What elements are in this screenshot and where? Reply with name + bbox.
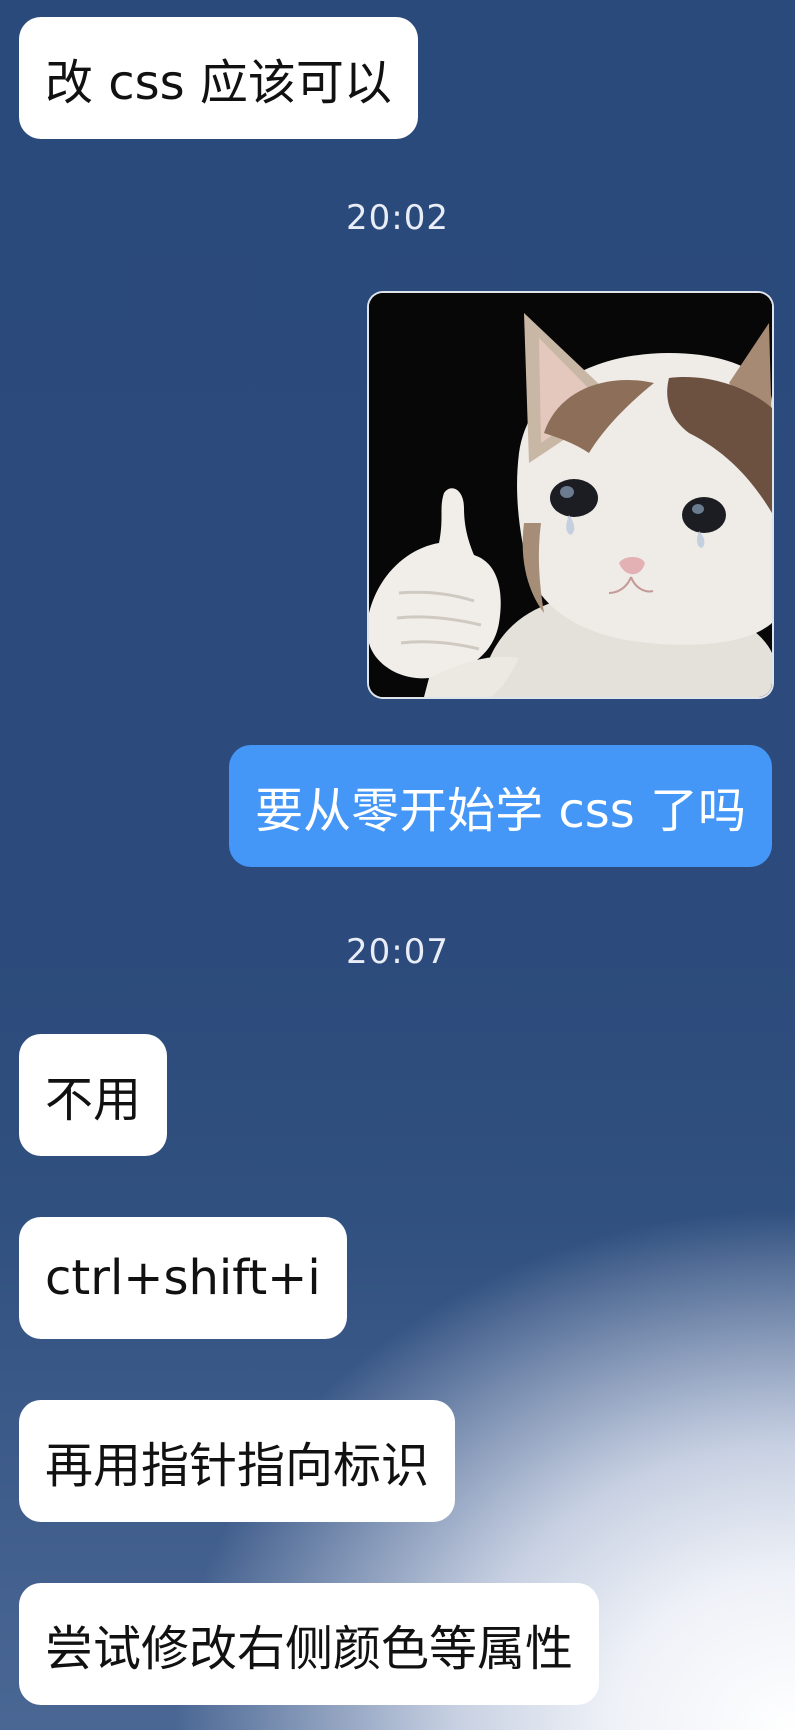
received-message-bubble[interactable]: 再用指针指向标识 bbox=[19, 1400, 456, 1522]
received-message-bubble[interactable]: 不用 bbox=[19, 1034, 168, 1156]
message-row-received: 改 css 应该可以 bbox=[19, 17, 418, 139]
received-message-bubble[interactable]: 尝试修改右侧颜色等属性 bbox=[19, 1583, 600, 1705]
message-timestamp: 20:02 bbox=[346, 198, 449, 238]
message-row-received: 再用指针指向标识 bbox=[19, 1400, 456, 1522]
message-row-received: 不用 bbox=[19, 1034, 168, 1156]
received-message-bubble[interactable]: ctrl+shift+i bbox=[19, 1217, 347, 1339]
message-row-received: ctrl+shift+i bbox=[19, 1217, 347, 1339]
sent-message-bubble[interactable]: 要从零开始学 css 了吗 bbox=[229, 745, 772, 867]
message-timestamp: 20:07 bbox=[346, 932, 449, 972]
message-row-received: 尝试修改右侧颜色等属性 bbox=[19, 1583, 600, 1705]
crying-cat-thumbs-up-sticker-icon bbox=[369, 293, 772, 697]
message-row-sent: 要从零开始学 css 了吗 bbox=[229, 745, 772, 867]
received-message-bubble[interactable]: 改 css 应该可以 bbox=[19, 17, 418, 139]
chat-conversation: 改 css 应该可以 20:02 要从零开始学 css 了吗 20:07 不用 … bbox=[0, 0, 795, 1730]
sticker-image-message[interactable] bbox=[369, 293, 772, 697]
